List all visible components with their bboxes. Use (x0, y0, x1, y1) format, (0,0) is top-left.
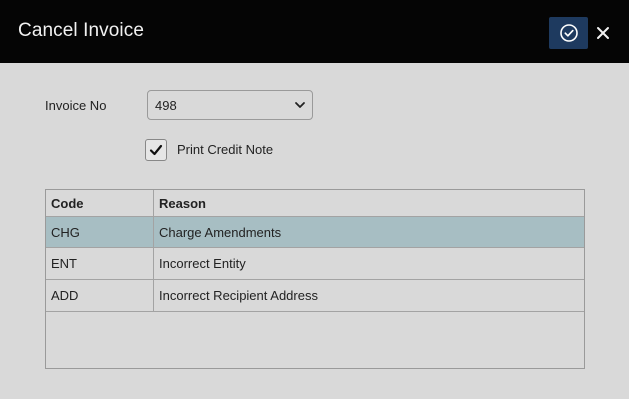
print-credit-note-checkbox[interactable] (145, 139, 167, 161)
confirm-button[interactable] (549, 17, 588, 49)
row-code: ENT (46, 248, 154, 279)
table-row[interactable]: ENT Incorrect Entity (46, 248, 584, 280)
table-row[interactable]: ADD Incorrect Recipient Address (46, 280, 584, 312)
row-reason: Incorrect Entity (159, 256, 246, 271)
close-icon (597, 27, 609, 39)
check-circle-icon (559, 24, 578, 42)
chevron-down-icon (295, 102, 305, 108)
checkmark-icon (149, 144, 163, 156)
row-reason: Charge Amendments (159, 224, 282, 240)
row-reason: Incorrect Recipient Address (159, 288, 318, 303)
invoice-no-value: 498 (155, 98, 177, 113)
row-code: CHG (46, 217, 154, 247)
dialog-header: Cancel Invoice (0, 0, 629, 63)
invoice-no-label: Invoice No (45, 98, 107, 113)
close-button[interactable] (592, 21, 614, 45)
row-code: ADD (46, 280, 154, 311)
column-header-reason: Reason (159, 195, 206, 211)
invoice-no-select[interactable]: 498 (147, 90, 313, 120)
table-row[interactable]: CHG Charge Amendments (46, 217, 584, 248)
print-credit-note-label: Print Credit Note (177, 142, 274, 157)
column-header-code: Code (46, 190, 154, 216)
dialog-title: Cancel Invoice (18, 20, 145, 41)
reason-table: Code Reason CHG Charge Amendments ENT In… (45, 189, 585, 369)
table-header-row: Code Reason (46, 190, 584, 217)
